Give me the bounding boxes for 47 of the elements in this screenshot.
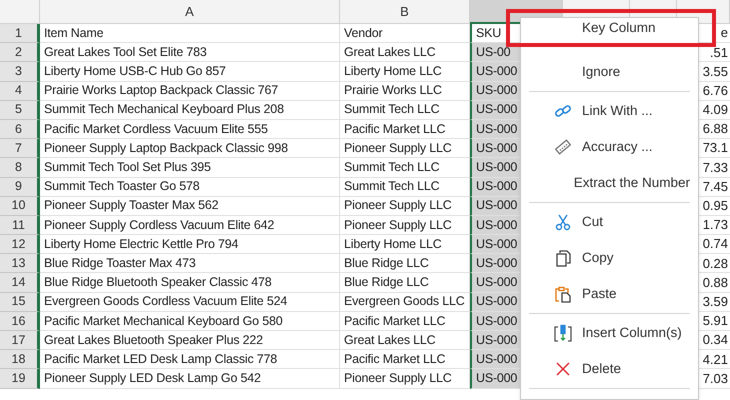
table-cell: Pacific Market Cordless Vacuum Elite 555 [40,120,340,140]
x-icon [554,360,572,378]
row-header[interactable]: 1 [0,24,40,44]
table-cell: Pioneer Supply Cordless Vacuum Elite 642 [40,216,340,236]
row-header[interactable]: 12 [0,235,40,254]
row-header[interactable]: 5 [0,100,40,120]
table-cell: Prairie Works Laptop Backpack Classic 767 [40,82,340,101]
insert-column-icon [554,324,572,342]
row-header[interactable]: 16 [0,312,40,331]
table-cell: Blue Ridge Toaster Max 473 [40,254,340,274]
row-header[interactable]: 3 [0,62,40,82]
table-cell: Liberty Home Electric Kettle Pro 794 [40,235,340,254]
row-header[interactable]: 14 [0,273,40,293]
table-cell: Summit Tech Mechanical Keyboard Plus 208 [40,100,340,120]
table-cell: Pioneer Supply Toaster Max 562 [40,196,340,216]
scissors-icon [554,213,572,231]
row-header[interactable]: 2 [0,43,40,62]
table-cell: Blue Ridge Bluetooth Speaker Classic 478 [40,273,340,293]
column-header[interactable]: B [340,0,470,24]
table-cell: Evergreen Goods Cordless Vacuum Elite 524 [40,292,340,312]
row-header[interactable]: 18 [0,350,40,370]
table-cell: Great Lakes Bluetooth Speaker Plus 222 [40,331,340,350]
row-header[interactable]: 15 [0,292,40,312]
row-header[interactable]: 4 [0,82,40,101]
clipboard-icon [554,285,572,303]
table-cell: Pioneer Supply Laptop Backpack Classic 998 [40,139,340,158]
table-cell: Item Name [40,24,340,44]
table-cell: Summit Tech Tool Set Plus 395 [40,158,340,178]
row-header[interactable]: 19 [0,369,40,389]
row-header[interactable]: 11 [0,216,40,236]
ruler-icon [554,138,572,156]
row-header[interactable]: 8 [0,158,40,178]
table-cell: Liberty Home USB-C Hub Go 857 [40,62,340,82]
table-cell: Pacific Market LED Desk Lamp Classic 778 [40,350,340,370]
column-header[interactable]: A [40,0,340,24]
copy-icon [554,249,572,267]
table-cell: Pioneer Supply LED Desk Lamp Go 542 [40,369,340,389]
row-header[interactable]: 17 [0,331,40,350]
row-header[interactable]: 7 [0,139,40,158]
row-header[interactable]: 6 [0,120,40,140]
table-cell: Great Lakes Tool Set Elite 783 [40,43,340,62]
table-cell: Summit Tech Toaster Go 578 [40,178,340,197]
link-icon [554,102,572,120]
row-header[interactable]: 9 [0,178,40,197]
row-header[interactable]: 10 [0,196,40,216]
table-cell: Pacific Market Mechanical Keyboard Go 580 [40,312,340,331]
row-header[interactable]: 13 [0,254,40,274]
